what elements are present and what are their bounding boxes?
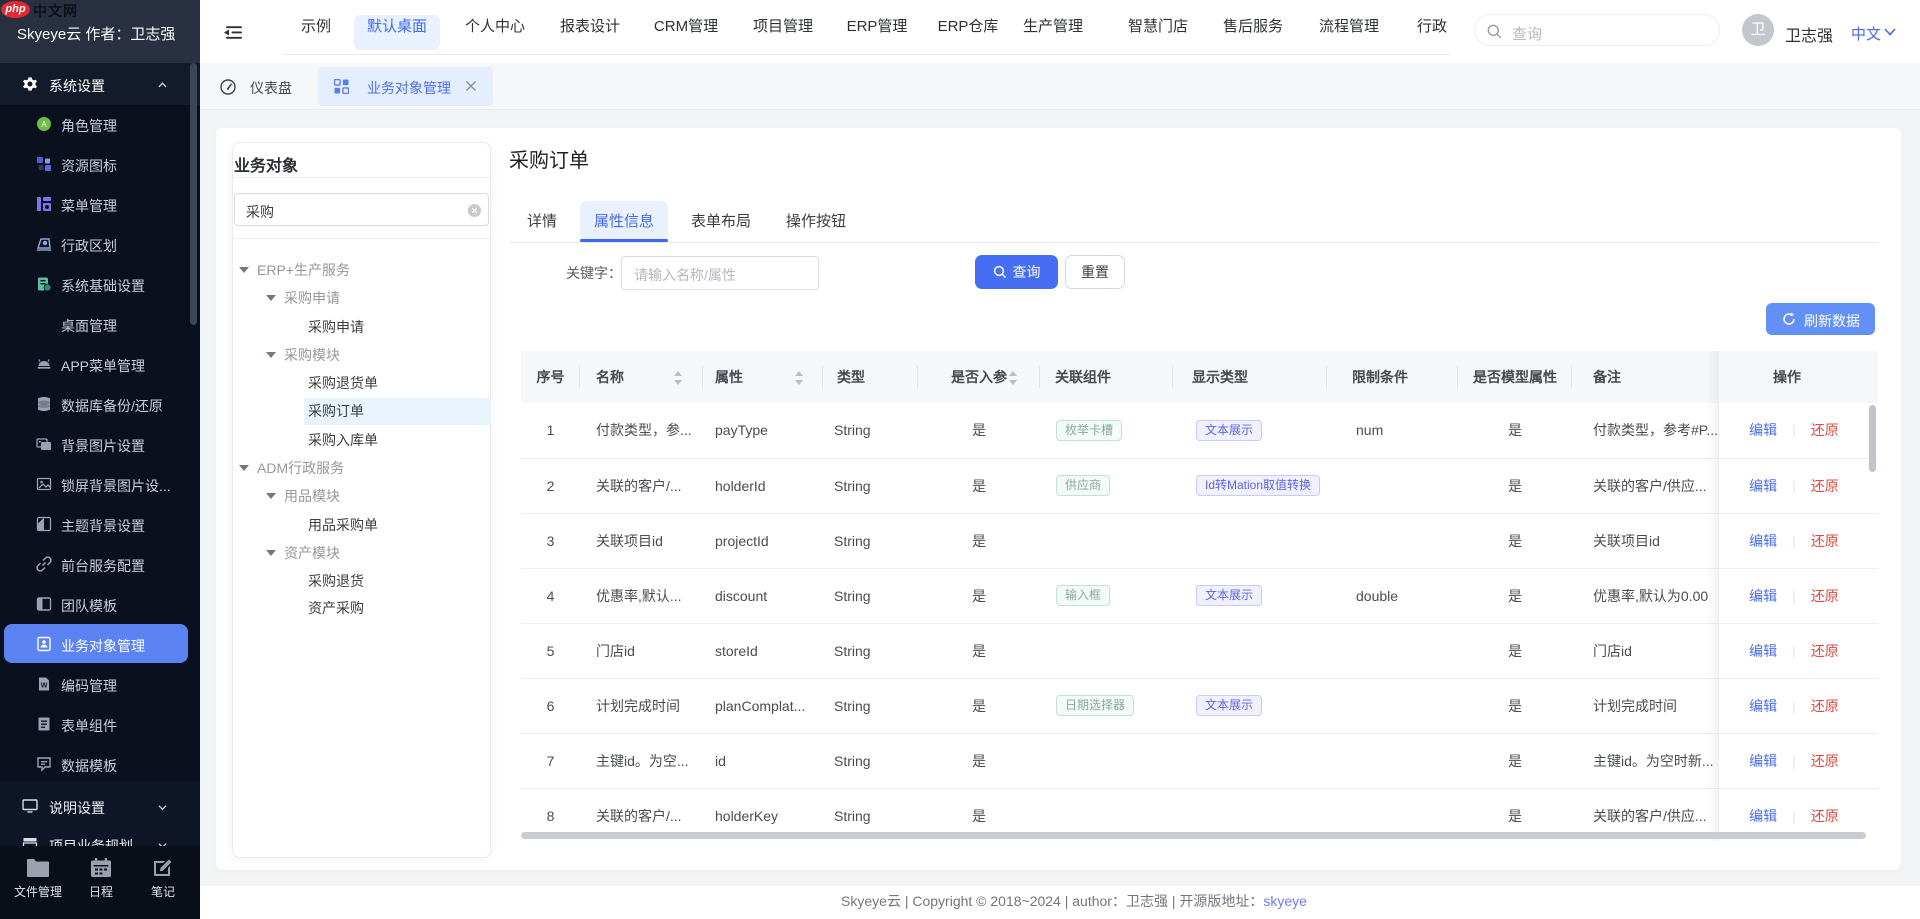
- svg-text:A: A: [41, 120, 47, 129]
- svg-text:W: W: [41, 683, 48, 690]
